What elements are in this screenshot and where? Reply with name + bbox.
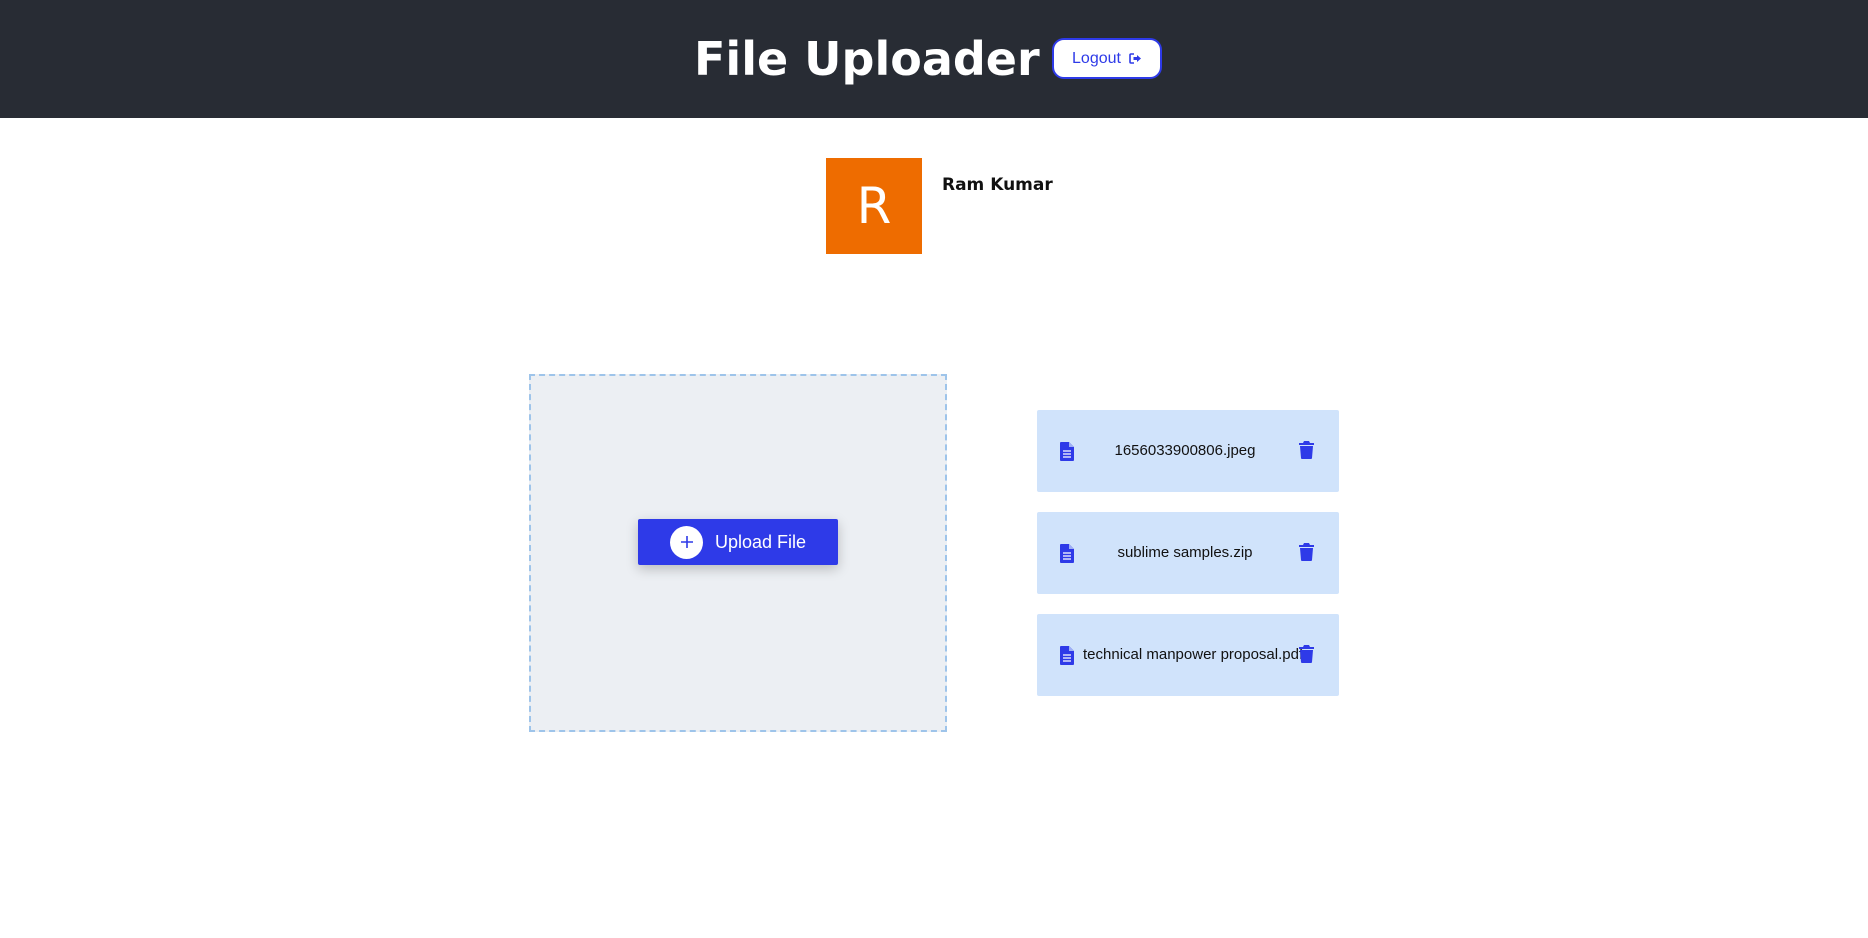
upload-file-button[interactable]: Upload File [638,519,838,565]
trash-icon[interactable] [1299,543,1314,561]
user-name: Ram Kumar [942,175,1053,195]
file-list-item: sublime samples.zip [1037,512,1339,594]
file-name: technical manpower proposal.pdf [1083,646,1304,663]
trash-icon[interactable] [1299,645,1314,663]
avatar-initial: R [856,177,892,235]
avatar: R [826,158,922,254]
file-icon [1060,544,1074,563]
plus-circle-icon [670,525,703,559]
logout-button[interactable]: Logout [1052,38,1162,79]
page-title: File Uploader [694,32,1040,86]
upload-button-label: Upload File [715,531,807,552]
logout-label: Logout [1072,49,1121,67]
trash-icon[interactable] [1299,441,1314,459]
file-name: 1656033900806.jpeg [1114,442,1256,459]
app-header: File Uploader Logout [0,0,1868,118]
sign-out-icon [1129,53,1142,64]
file-name: sublime samples.zip [1117,544,1253,561]
file-icon [1060,646,1074,665]
file-list-item: 1656033900806.jpeg [1037,410,1339,492]
file-list-item: technical manpower proposal.pdf [1037,614,1339,696]
file-list: 1656033900806.jpeg sublime samples.zip t… [1037,410,1339,716]
file-icon [1060,442,1074,461]
